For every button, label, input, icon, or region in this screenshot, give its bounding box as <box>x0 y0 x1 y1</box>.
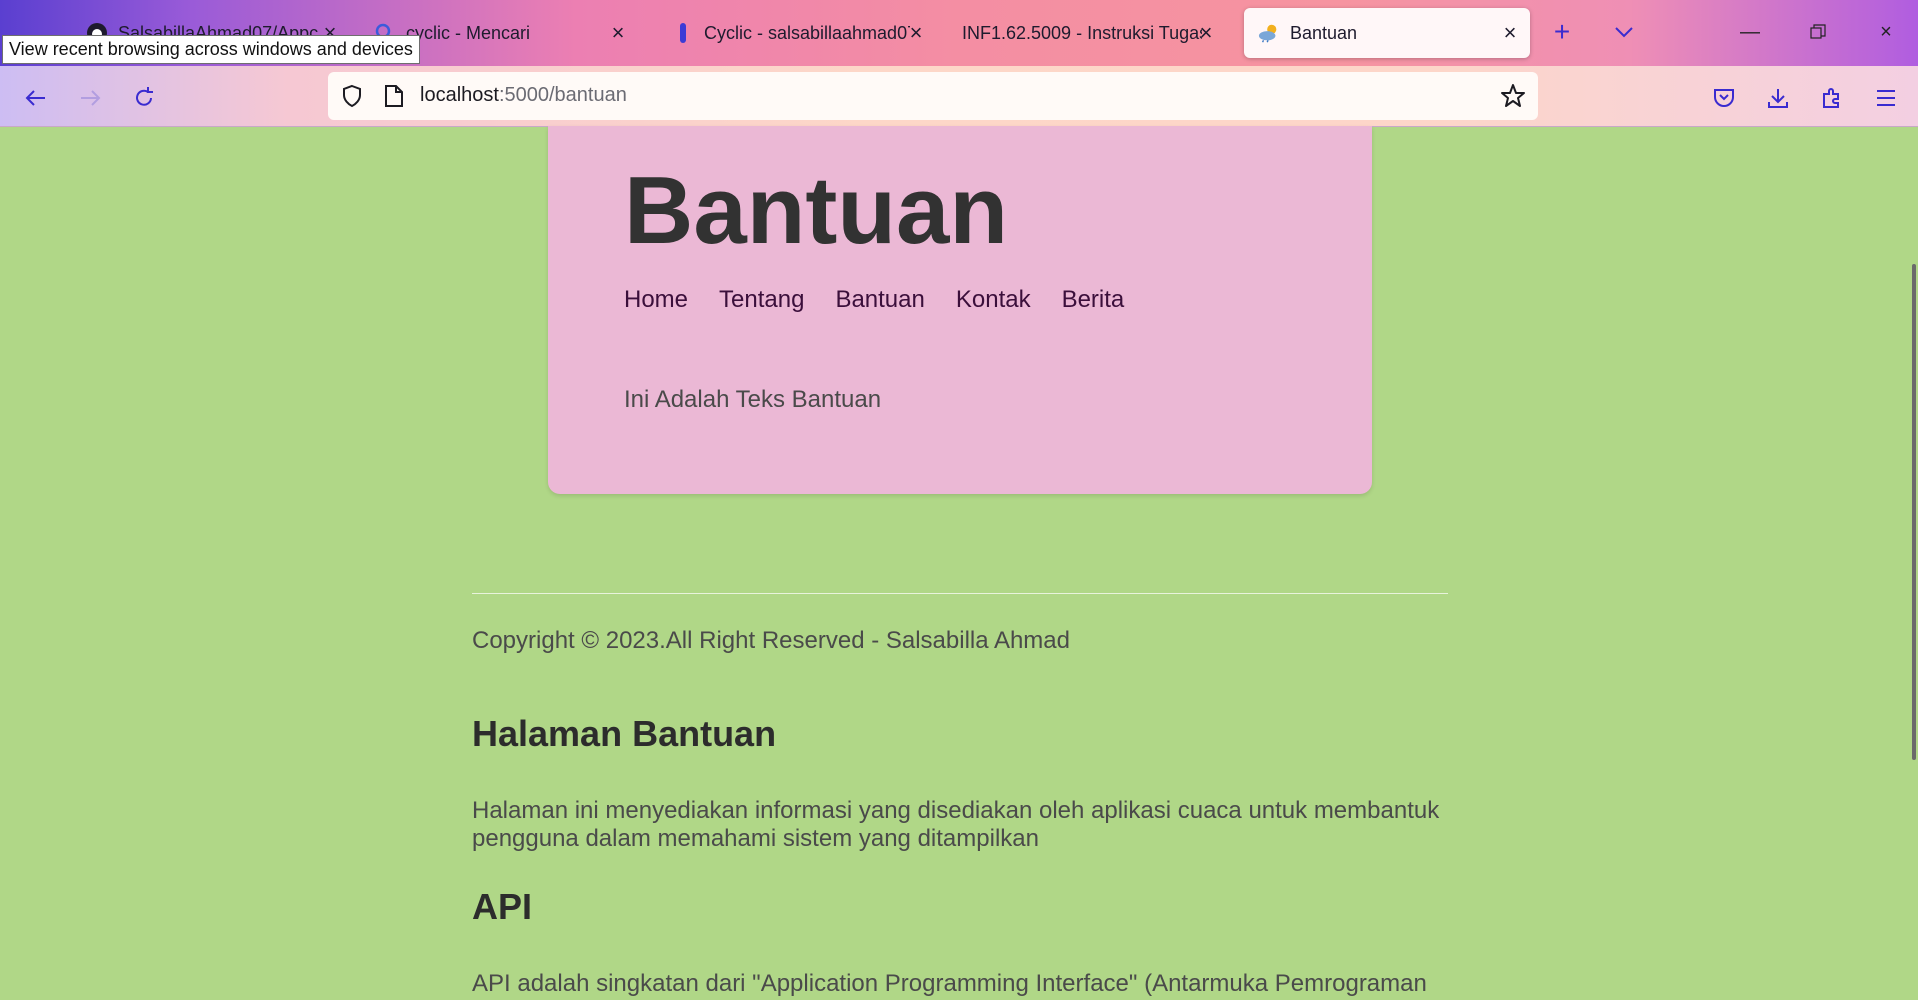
menu-link-kontak[interactable]: Kontak <box>956 286 1031 314</box>
reload-icon <box>136 87 153 106</box>
close-tab-icon[interactable]: × <box>904 21 928 45</box>
tab-title: Bantuan <box>1290 22 1358 43</box>
close-tab-icon[interactable]: × <box>1498 21 1522 45</box>
downloads-button[interactable] <box>1760 80 1796 116</box>
scrollbar-thumb[interactable] <box>1912 264 1916 760</box>
url-path: :5000/bantuan <box>498 84 627 106</box>
bookmark-star-icon[interactable] <box>1500 83 1526 114</box>
section-text-halaman-bantuan: Halaman ini menyediakan informasi yang d… <box>472 797 1440 852</box>
list-all-tabs-button[interactable] <box>1604 14 1644 50</box>
back-button[interactable] <box>18 80 54 116</box>
main-menu: Home Tentang Bantuan Kontak Berita <box>624 286 1124 314</box>
puzzle-icon <box>1823 88 1839 108</box>
close-window-button[interactable]: × <box>1866 14 1906 50</box>
hamburger-menu-icon <box>1877 90 1895 106</box>
section-text-api: API adalah singkatan dari "Application P… <box>472 970 1427 997</box>
tab-title: Cyclic - salsabillaahmad07 <box>704 22 910 43</box>
url-host: localhost <box>420 84 499 106</box>
app-menu-button[interactable] <box>1868 80 1904 116</box>
minimize-button[interactable]: — <box>1730 14 1770 50</box>
restore-button[interactable] <box>1798 14 1838 50</box>
card-text: Ini Adalah Teks Bantuan <box>624 386 882 413</box>
tab-cyclic-dashboard[interactable]: Cyclic - salsabillaahmad07 × <box>658 8 936 58</box>
section-title-halaman-bantuan: Halaman Bantuan <box>472 713 777 754</box>
tab-title: INF1.62.5009 - Instruksi Tugas <box>962 22 1202 43</box>
header-card: Bantuan Home Tentang Bantuan Kontak Beri… <box>548 126 1372 494</box>
reload-button[interactable] <box>126 80 162 116</box>
close-tab-icon[interactable]: × <box>606 21 630 45</box>
tab-title: cyclic - Mencari <box>406 22 531 43</box>
download-icon <box>1768 89 1788 108</box>
url-text[interactable]: localhost:5000/bantuan <box>420 84 627 107</box>
close-tab-icon[interactable]: × <box>1194 21 1218 45</box>
cyclic-icon <box>672 22 694 44</box>
extensions-button[interactable] <box>1814 80 1850 116</box>
section-title-api: API <box>472 886 533 927</box>
footer-divider <box>472 593 1448 594</box>
pocket-icon <box>1714 89 1734 107</box>
page-content: Copyright © 2023.All Right Reserved - Sa… <box>472 593 1448 997</box>
shield-icon[interactable] <box>340 84 364 113</box>
new-tab-button[interactable]: + <box>1542 14 1582 50</box>
tab-instruksi-tugas[interactable]: INF1.62.5009 - Instruksi Tugas × <box>948 8 1226 58</box>
forward-button[interactable] <box>72 80 108 116</box>
url-bar[interactable]: localhost:5000/bantuan <box>328 72 1538 120</box>
pocket-button[interactable] <box>1706 80 1742 116</box>
menu-link-bantuan[interactable]: Bantuan <box>835 286 924 314</box>
page-title: Bantuan <box>624 157 1008 264</box>
tooltip: View recent browsing across windows and … <box>2 35 420 64</box>
tab-bantuan[interactable]: Bantuan × <box>1244 8 1530 58</box>
weather-icon <box>1258 22 1280 44</box>
forward-arrow-icon <box>81 90 101 106</box>
copyright-text: Copyright © 2023.All Right Reserved - Sa… <box>472 627 1070 654</box>
back-arrow-icon <box>25 90 45 106</box>
menu-link-berita[interactable]: Berita <box>1062 286 1125 314</box>
menu-link-tentang[interactable]: Tentang <box>719 286 804 314</box>
menu-link-home[interactable]: Home <box>624 286 688 314</box>
page-icon[interactable] <box>384 84 404 113</box>
